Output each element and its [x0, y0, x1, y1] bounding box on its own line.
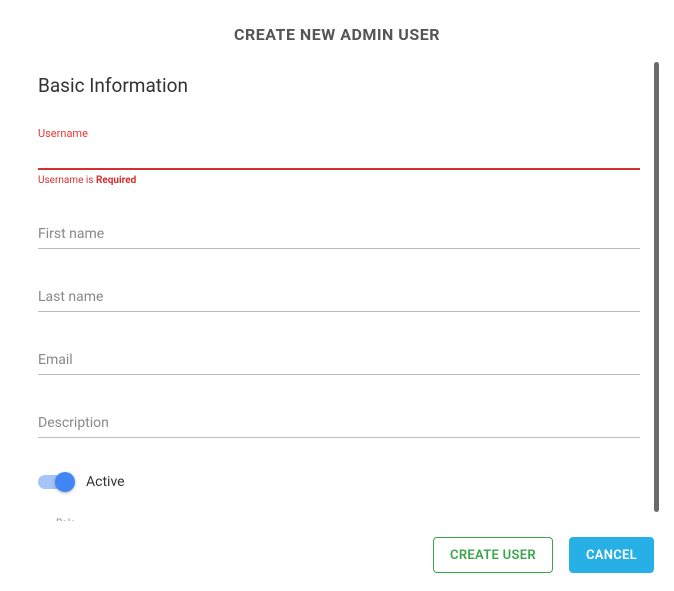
- email-field: [38, 348, 640, 375]
- active-toggle-row: Active: [38, 474, 640, 490]
- active-toggle-label: Active: [86, 474, 125, 490]
- username-label: Username: [38, 127, 640, 140]
- form-scroll-area: Basic Information Username Username is R…: [0, 60, 656, 521]
- role-select[interactable]: Role Default Role: [56, 518, 640, 521]
- section-heading: Basic Information: [38, 74, 640, 97]
- firstname-field: [38, 222, 640, 249]
- username-error-prefix: Username is: [38, 175, 96, 186]
- lastname-field: [38, 285, 640, 312]
- username-error-bold: Required: [96, 175, 136, 186]
- create-user-button[interactable]: CREATE USER: [433, 537, 553, 573]
- username-field: Username Username is Required: [38, 127, 640, 186]
- lastname-input[interactable]: [38, 285, 640, 312]
- toggle-thumb: [55, 472, 75, 492]
- description-input[interactable]: [38, 411, 640, 438]
- username-error: Username is Required: [38, 175, 640, 186]
- active-toggle[interactable]: [38, 475, 72, 489]
- username-input[interactable]: [38, 142, 640, 170]
- cancel-button[interactable]: CANCEL: [569, 537, 654, 573]
- scrollbar[interactable]: [654, 62, 659, 512]
- page-title: CREATE NEW ADMIN USER: [0, 0, 674, 44]
- button-row: CREATE USER CANCEL: [433, 537, 654, 573]
- role-label: Role: [56, 518, 640, 521]
- description-field: [38, 411, 640, 438]
- email-input[interactable]: [38, 348, 640, 375]
- firstname-input[interactable]: [38, 222, 640, 249]
